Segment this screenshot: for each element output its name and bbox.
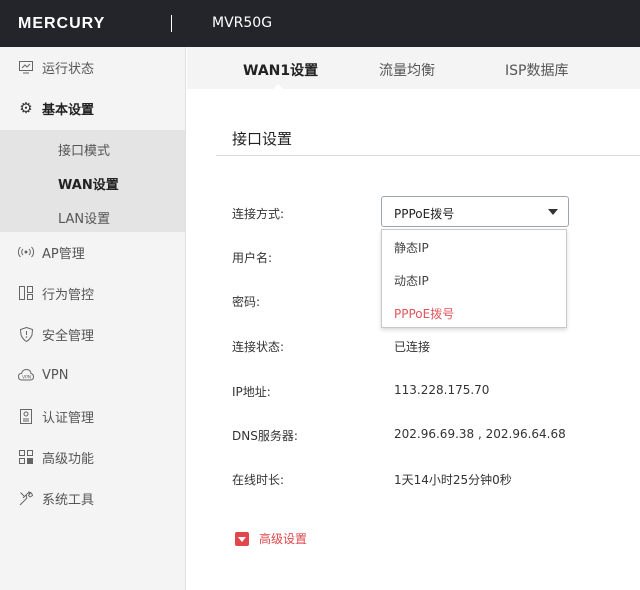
sidebar-item-advanced-features[interactable]: 高级功能: [0, 437, 185, 477]
connection-status-value: 已连接: [394, 340, 431, 354]
sidebar-item-ap-management[interactable]: AP管理: [0, 232, 185, 272]
section-divider: [216, 155, 640, 156]
password-label: 密码:: [232, 295, 261, 309]
username-label: 用户名:: [232, 251, 273, 265]
dns-server-label: DNS服务器:: [232, 429, 298, 443]
sidebar-item-label: 行为管控: [42, 287, 95, 303]
submenu-item-interface-mode[interactable]: 接口模式: [58, 140, 110, 159]
online-duration-value: 1天14小时25分钟0秒: [394, 473, 512, 487]
sidebar-item-label: 运行状态: [42, 61, 95, 77]
connection-type-label: 连接方式:: [232, 207, 285, 221]
svg-text:VPN: VPN: [22, 375, 31, 381]
sidebar-item-system-tools[interactable]: 系统工具: [0, 478, 185, 518]
sidebar-item-authentication[interactable]: 认证管理: [0, 396, 185, 436]
expand-down-icon: [235, 531, 249, 546]
gear-icon: ⚙: [19, 99, 33, 117]
sidebar-item-label: 安全管理: [42, 328, 95, 344]
sidebar-item-behavior-control[interactable]: 行为管控: [0, 273, 185, 313]
wireless-ap-icon: [18, 244, 34, 260]
connection-type-dropdown: 静态IP 动态IP PPPoE拨号: [381, 229, 567, 328]
shield-icon: [18, 326, 34, 342]
ip-address-label: IP地址:: [232, 385, 271, 399]
advanced-settings-label: 高级设置: [259, 532, 308, 546]
ip-address-value: 113.228.175.70: [394, 383, 490, 397]
dropdown-option-dynamic-ip[interactable]: 动态IP: [394, 272, 429, 289]
dns-server-value: 202.96.69.38 , 202.96.64.68: [394, 427, 566, 441]
sidebar-item-security[interactable]: 安全管理: [0, 314, 185, 354]
brand-logo: MERCURY: [18, 15, 106, 32]
sidebar-item-vpn[interactable]: VPN VPN: [0, 355, 185, 395]
monitor-icon: [18, 59, 34, 75]
active-tab-indicator: [272, 84, 284, 90]
tab-traffic-balance[interactable]: 流量均衡: [379, 60, 435, 80]
dropdown-option-static-ip[interactable]: 静态IP: [394, 239, 429, 256]
connection-type-select[interactable]: PPPoE拨号: [381, 196, 569, 227]
grid-icon: [18, 449, 34, 465]
online-duration-label: 在线时长:: [232, 473, 285, 487]
tab-isp-database[interactable]: ISP数据库: [505, 60, 568, 80]
submenu-item-wan-settings[interactable]: WAN设置: [58, 174, 119, 193]
vpn-cloud-icon: VPN: [18, 367, 34, 383]
header-separator: [171, 15, 172, 32]
connection-status-label: 连接状态:: [232, 340, 285, 354]
sidebar-item-basic-settings[interactable]: ⚙ 基本设置: [0, 88, 185, 128]
tools-icon: [18, 490, 34, 506]
submenu-item-lan-settings[interactable]: LAN设置: [58, 208, 110, 227]
sidebar-item-label: 基本设置: [42, 102, 95, 118]
sidebar: 运行状态 ⚙ 基本设置 接口模式 WAN设置 LAN设置 AP管理 行为管控 安…: [0, 47, 186, 590]
submenu-basic-settings: 接口模式 WAN设置 LAN设置: [0, 130, 185, 232]
sidebar-item-label: 高级功能: [42, 451, 95, 467]
sidebar-item-label: 系统工具: [42, 492, 95, 508]
section-title: 接口设置: [232, 130, 293, 148]
device-model: MVR50G: [212, 15, 273, 31]
auth-id-icon: [18, 408, 34, 424]
sidebar-item-label: 认证管理: [42, 410, 95, 426]
sidebar-item-status[interactable]: 运行状态: [0, 47, 185, 87]
dropdown-option-pppoe[interactable]: PPPoE拨号: [394, 305, 454, 322]
caret-down-icon: [548, 209, 558, 215]
top-bar: MERCURY MVR50G: [0, 0, 640, 47]
sidebar-item-label: VPN: [42, 367, 69, 383]
advanced-settings-toggle[interactable]: 高级设置: [235, 530, 307, 547]
behavior-control-icon: [18, 285, 34, 301]
tab-wan1-settings[interactable]: WAN1设置: [243, 60, 318, 80]
sidebar-item-label: AP管理: [42, 246, 85, 262]
tab-bar: WAN1设置 流量均衡 ISP数据库: [187, 47, 640, 89]
connection-type-value: PPPoE拨号: [394, 207, 455, 221]
